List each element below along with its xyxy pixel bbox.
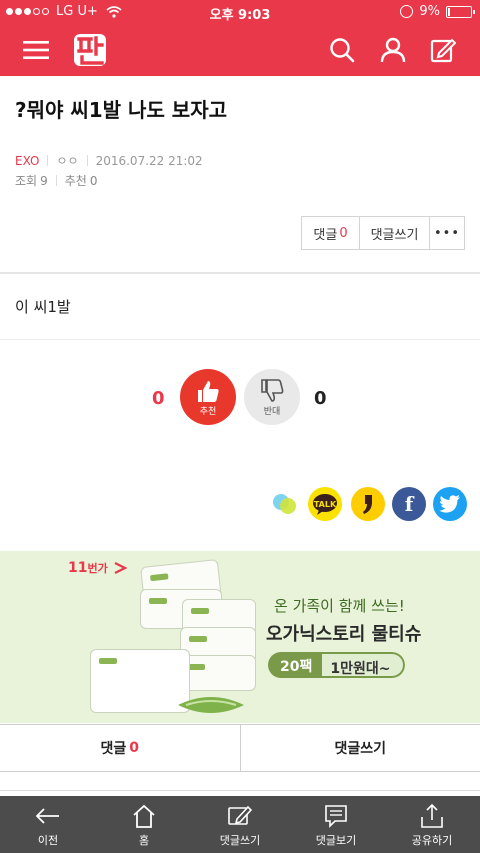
battery-percent: 9% — [419, 4, 440, 19]
post-body: 이 씨1발 — [15, 298, 71, 316]
ad-tagline: 온 가족이 함께 쓰는! — [274, 597, 405, 615]
rotation-lock-icon — [400, 5, 414, 18]
post-date: 2016.07.22 21:02 — [95, 153, 203, 168]
share-kakaostory-button[interactable] — [351, 487, 385, 521]
tab-share[interactable]: 공유하기 — [384, 796, 480, 853]
twitter-icon — [439, 495, 460, 513]
thumbs-up-icon — [198, 380, 219, 402]
comment-bar-write-button[interactable]: 댓글쓰기 — [241, 725, 480, 771]
tab-back-label: 이전 — [37, 834, 59, 847]
ad-brand-logo: 11번가 — [68, 560, 128, 576]
brand-arrow-icon — [114, 562, 128, 574]
comment-bar-label: 댓글 — [100, 741, 127, 757]
share-kakaotalk-button[interactable]: TALK — [308, 487, 342, 521]
comments-count: 0 — [339, 225, 348, 241]
comment-bar-count: 0 — [129, 740, 139, 756]
oppose-label: 반대 — [263, 406, 281, 417]
comments-label: 댓글 — [313, 227, 338, 243]
post-actions: 댓글 0 댓글쓰기 ••• — [301, 216, 465, 250]
ad-brand-suffix: 번가 — [87, 562, 108, 575]
tab-back[interactable]: 이전 — [0, 796, 96, 853]
tab-view-comments-label: 댓글보기 — [315, 834, 357, 847]
meta-separator — [55, 175, 57, 186]
back-arrow-icon — [35, 808, 59, 824]
menu-button[interactable] — [18, 32, 54, 68]
tab-home[interactable]: 홈 — [96, 796, 192, 853]
account-button[interactable] — [375, 32, 411, 68]
tab-view-comments[interactable]: 댓글보기 — [288, 796, 384, 853]
ad-price: 1만원대~ — [322, 652, 405, 678]
more-button[interactable]: ••• — [430, 217, 464, 249]
tab-write-comment[interactable]: 댓글쓰기 — [192, 796, 288, 853]
meta-separator — [86, 155, 88, 166]
write-post-button[interactable] — [425, 32, 461, 68]
search-button[interactable] — [324, 32, 360, 68]
battery-fill — [448, 7, 450, 16]
tab-home-label: 홈 — [138, 834, 150, 847]
home-icon — [133, 804, 155, 828]
tab-share-label: 공유하기 — [411, 834, 453, 847]
share-band-button[interactable] — [268, 487, 302, 521]
oppose-button[interactable]: 반대 — [244, 369, 300, 425]
oppose-count-display: 0 — [314, 388, 327, 409]
battery-icon — [446, 5, 475, 18]
kakaostory-icon — [363, 495, 372, 514]
views-label: 조회 — [15, 174, 38, 188]
comments-button[interactable]: 댓글 0 — [302, 217, 360, 249]
share-icon — [421, 803, 443, 828]
recommend-button[interactable]: 추천 — [180, 369, 236, 425]
aloe-leaf-icon — [178, 697, 244, 713]
ad-product-name: 오가닉스토리 물티슈 — [266, 624, 422, 645]
meta-separator — [47, 155, 49, 166]
ad-price-badge: 20팩 1만원대~ — [268, 652, 405, 678]
band-icon — [273, 494, 296, 514]
write-comment-label: 댓글쓰기 — [370, 227, 419, 243]
share-facebook-button[interactable]: f — [392, 487, 426, 521]
comment-bar-comments-button[interactable]: 댓글 0 — [0, 725, 241, 771]
facebook-icon: f — [404, 492, 414, 516]
user-icon — [380, 37, 406, 63]
recommend-count-display: 0 — [152, 388, 165, 409]
thumbs-down-icon — [261, 378, 284, 402]
recommend-label: 추천 — [199, 406, 217, 417]
post-title: ?뭐야 씨1발 나도 보자고 — [15, 98, 228, 122]
tab-write-comment-label: 댓글쓰기 — [219, 834, 261, 847]
comment-bar-write-label: 댓글쓰기 — [334, 741, 387, 757]
divider — [0, 339, 480, 340]
write-icon — [430, 38, 456, 63]
write-comment-icon — [228, 805, 253, 825]
bottom-toolbar: 이전 홈 댓글쓰기 댓글보기 공유하기 — [0, 796, 480, 853]
ad-banner[interactable]: 11번가 온 가족이 함께 쓰는! 오가닉스토리 물티슈 20팩 1만원대~ — [0, 551, 480, 723]
menu-icon — [23, 41, 49, 59]
views-count: 9 — [40, 173, 48, 188]
recommend-count: 0 — [89, 173, 98, 188]
share-twitter-button[interactable] — [433, 487, 467, 521]
author-name: ㅇㅇ — [56, 154, 79, 168]
recommend-label: 추천 — [64, 174, 87, 188]
search-icon — [330, 38, 355, 63]
comment-bar: 댓글 0 댓글쓰기 — [0, 724, 480, 772]
board-name[interactable]: EXO — [15, 154, 39, 168]
more-icon: ••• — [433, 225, 460, 241]
view-comments-icon — [325, 805, 347, 828]
ad-quantity: 20팩 — [268, 652, 323, 678]
post-stats: 조회 9 추천 0 — [15, 172, 97, 189]
pann-logo[interactable] — [72, 30, 108, 70]
status-bar: LG U+ 오후 9:03 9% — [0, 0, 480, 24]
kakaotalk-label: TALK — [313, 499, 337, 509]
ad-brand-number: 11 — [68, 560, 88, 576]
divider — [0, 272, 480, 274]
wipes-pack-open — [90, 649, 190, 713]
post-meta: EXO ㅇㅇ 2016.07.22 21:02 — [15, 152, 203, 169]
divider — [0, 790, 480, 791]
write-comment-button[interactable]: 댓글쓰기 — [360, 217, 430, 249]
app-header — [0, 24, 480, 76]
